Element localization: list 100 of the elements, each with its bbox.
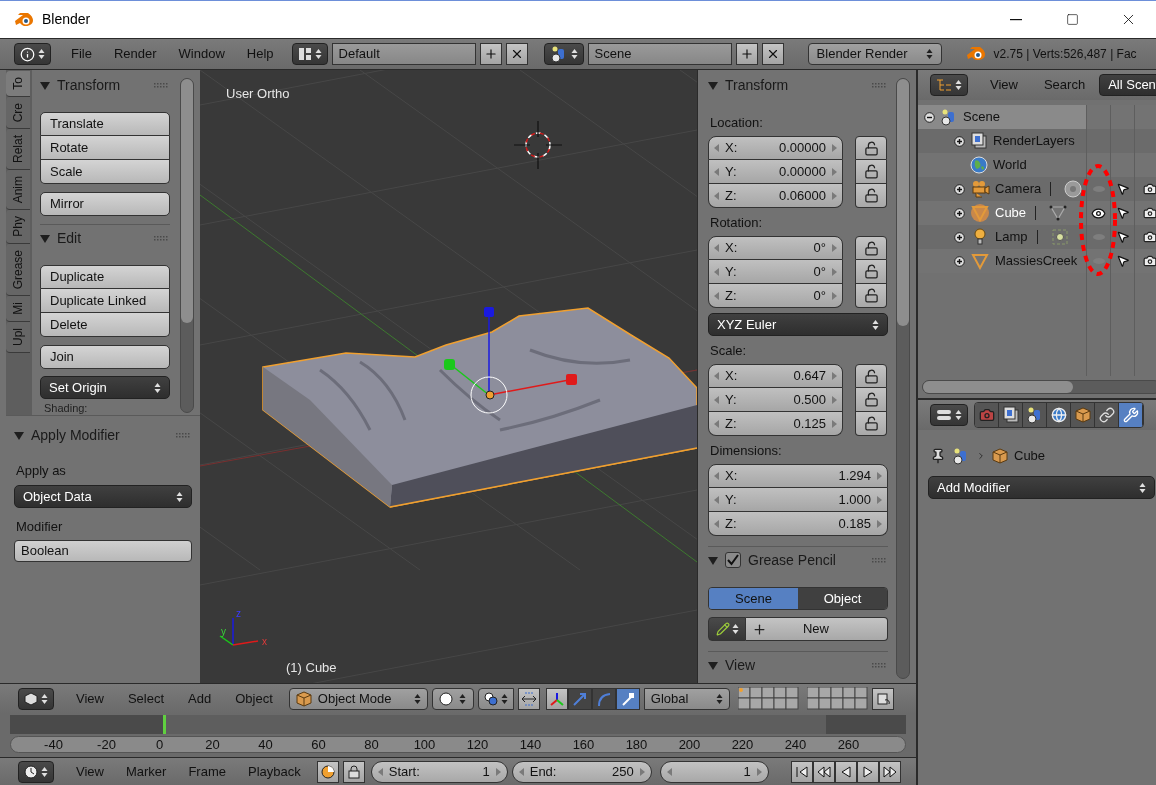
tool-button[interactable]: Scale bbox=[40, 160, 170, 184]
playback-button[interactable] bbox=[790, 760, 813, 783]
cursor-arrow-icon[interactable] bbox=[1115, 182, 1130, 196]
menu-item[interactable]: Add bbox=[182, 688, 218, 709]
properties-tab[interactable] bbox=[1047, 403, 1071, 427]
shelf-tab[interactable]: Anim bbox=[6, 170, 30, 211]
tree-item-label[interactable]: Scene bbox=[963, 107, 1000, 127]
tree-item-label[interactable]: World bbox=[993, 155, 1027, 175]
editor-type-button[interactable] bbox=[930, 74, 968, 96]
expand-toggle-icon[interactable] bbox=[954, 183, 965, 195]
shelf-tab[interactable]: To bbox=[6, 71, 30, 97]
lock-toggle[interactable] bbox=[855, 388, 887, 412]
pencil-dropdown[interactable] bbox=[708, 617, 746, 641]
shelf-tab[interactable]: Phy bbox=[6, 210, 30, 245]
panel-title[interactable]: Apply Modifier bbox=[31, 424, 120, 446]
lock-toggle[interactable] bbox=[855, 412, 887, 436]
properties-tab[interactable] bbox=[999, 403, 1023, 427]
disclosure-triangle-icon[interactable] bbox=[708, 555, 718, 565]
menu-item[interactable]: Search bbox=[1037, 75, 1092, 95]
collapse-toggle-icon[interactable] bbox=[924, 111, 935, 123]
camera-icon[interactable] bbox=[1142, 206, 1156, 220]
camera-icon[interactable] bbox=[1142, 254, 1156, 268]
shelf-tab[interactable]: Mi bbox=[6, 296, 30, 323]
disclosure-triangle-icon[interactable] bbox=[40, 80, 50, 90]
data-source-tab[interactable]: Object bbox=[798, 588, 887, 609]
lock-toggle[interactable] bbox=[855, 364, 887, 388]
disclosure-triangle-icon[interactable] bbox=[40, 233, 50, 243]
disclosure-triangle-icon[interactable] bbox=[14, 430, 24, 440]
playback-button[interactable] bbox=[812, 760, 835, 783]
scene-field[interactable]: Scene bbox=[587, 43, 732, 65]
menu-item[interactable]: Select bbox=[121, 688, 171, 709]
tree-item-label[interactable]: Camera bbox=[995, 179, 1042, 199]
scrollbar[interactable] bbox=[896, 78, 910, 679]
drag-handle-icon[interactable] bbox=[872, 82, 886, 88]
add-modifier-dropdown[interactable]: Add Modifier bbox=[928, 476, 1155, 499]
shelf-tab[interactable]: Upl bbox=[6, 322, 30, 354]
menu-item[interactable]: Object bbox=[229, 688, 279, 709]
properties-tab[interactable] bbox=[1071, 403, 1095, 427]
menu-item[interactable]: File bbox=[65, 44, 98, 64]
manipulator-toggle[interactable] bbox=[517, 687, 540, 710]
tree-item-label[interactable]: Cube bbox=[995, 203, 1027, 223]
tool-button[interactable]: Mirror bbox=[40, 192, 170, 216]
layout-field[interactable]: Default bbox=[331, 43, 476, 65]
drag-handle-icon[interactable] bbox=[154, 235, 168, 241]
scrollbar[interactable] bbox=[180, 78, 194, 413]
editor-type-button[interactable] bbox=[930, 404, 968, 426]
orientation-dropdown[interactable]: Global bbox=[643, 687, 730, 710]
pin-icon[interactable] bbox=[930, 448, 946, 464]
drag-handle-icon[interactable] bbox=[872, 557, 886, 563]
editor-type-button[interactable] bbox=[18, 760, 54, 783]
panel-title[interactable]: Grease Pencil bbox=[748, 549, 836, 571]
cursor-arrow-icon[interactable] bbox=[1115, 230, 1130, 244]
menu-item[interactable]: Playback bbox=[241, 761, 307, 782]
panel-title[interactable]: Edit bbox=[57, 227, 82, 249]
tool-button[interactable]: Rotate bbox=[40, 136, 170, 160]
manipulator-button[interactable] bbox=[615, 687, 640, 710]
menu-item[interactable]: View bbox=[70, 688, 110, 709]
tree-item-label[interactable]: MassiesCreek bbox=[995, 251, 1078, 271]
menu-item[interactable]: Render bbox=[107, 44, 163, 64]
expand-toggle-icon[interactable] bbox=[954, 231, 965, 243]
menu-item[interactable]: Window bbox=[172, 44, 231, 64]
editor-type-button[interactable] bbox=[543, 43, 584, 65]
menu-item[interactable]: View bbox=[70, 761, 110, 782]
expand-toggle-icon[interactable] bbox=[954, 135, 965, 147]
menu-item[interactable]: View bbox=[984, 75, 1024, 95]
add-button[interactable] bbox=[735, 43, 758, 65]
data-source-tab[interactable]: Scene bbox=[709, 588, 798, 609]
tool-button[interactable]: Join bbox=[40, 345, 170, 369]
camera-icon[interactable] bbox=[1142, 230, 1156, 244]
tool-button[interactable]: Delete bbox=[40, 313, 170, 337]
shelf-tab[interactable]: Cre bbox=[6, 96, 30, 130]
menu-item[interactable]: Marker bbox=[119, 761, 173, 782]
checkbox[interactable] bbox=[725, 552, 741, 568]
panel-title[interactable]: Transform bbox=[725, 74, 789, 96]
menu-item[interactable]: Frame bbox=[182, 761, 232, 782]
frame-ruler[interactable]: -40 -20 0 20 40 60 80 100 120 140 160 180 200 220 240 260 bbox=[10, 736, 906, 753]
editor-type-button[interactable] bbox=[18, 687, 54, 710]
cursor-arrow-icon[interactable] bbox=[1115, 254, 1130, 268]
lock-toggle[interactable] bbox=[855, 160, 887, 184]
lock-button[interactable] bbox=[342, 760, 365, 783]
shelf-tab[interactable]: Grease bbox=[6, 244, 30, 297]
tool-button[interactable]: Duplicate bbox=[40, 265, 170, 289]
expand-toggle-icon[interactable] bbox=[954, 207, 965, 219]
shading-dropdown[interactable] bbox=[431, 687, 474, 710]
camera-icon[interactable] bbox=[1142, 182, 1156, 196]
display-mode-dropdown[interactable]: All Scen bbox=[1099, 74, 1156, 96]
playback-button[interactable] bbox=[834, 760, 857, 783]
delete-button[interactable] bbox=[761, 43, 784, 65]
drag-handle-icon[interactable] bbox=[872, 662, 886, 668]
panel-title[interactable]: View bbox=[725, 654, 756, 676]
shelf-tab[interactable]: Relat bbox=[6, 129, 30, 171]
lock-toggle[interactable] bbox=[855, 184, 887, 208]
editor-type-button[interactable] bbox=[291, 43, 328, 65]
layer-grid-icon[interactable] bbox=[737, 687, 799, 710]
menu-item[interactable]: Help bbox=[240, 44, 280, 64]
manipulator-axes-button[interactable] bbox=[545, 687, 568, 710]
tree-row[interactable]: Cube bbox=[918, 201, 1086, 225]
eye-icon[interactable] bbox=[1091, 205, 1106, 221]
playback-button[interactable] bbox=[878, 760, 901, 783]
playback-button[interactable] bbox=[856, 760, 879, 783]
